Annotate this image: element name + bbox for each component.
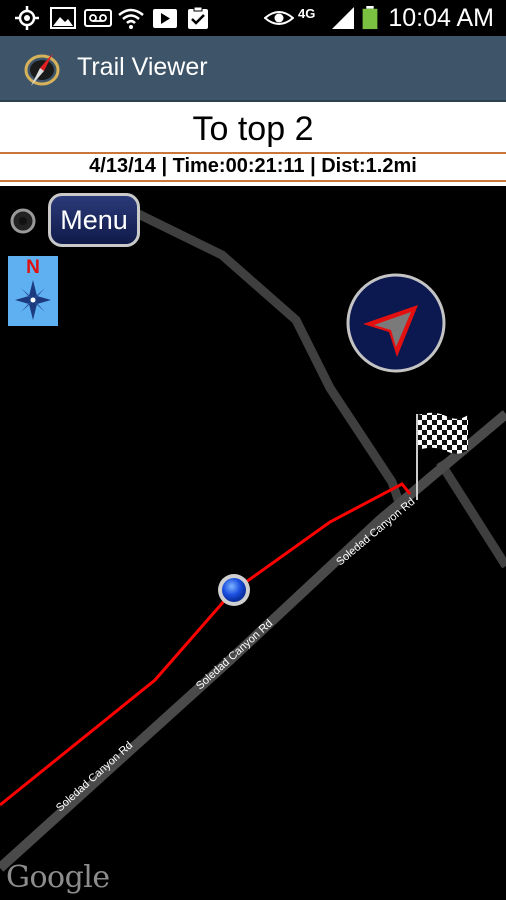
divider (0, 152, 506, 154)
gps-status-indicator (10, 208, 36, 234)
road-label: Soledad Canyon Rd (194, 617, 275, 692)
status-bar: 4G 10:04 AM (0, 0, 506, 36)
voicemail-icon (84, 9, 112, 27)
app-bar: Trail Viewer (0, 36, 506, 102)
north-up-button[interactable]: N (8, 256, 58, 326)
gallery-icon (50, 7, 76, 29)
battery-icon (362, 6, 378, 30)
gps-icon (15, 6, 39, 30)
network-type-label: 4G (298, 6, 316, 21)
status-time: 10:04 AM (388, 4, 494, 32)
finish-flag-icon (416, 412, 468, 500)
trail-track (0, 482, 412, 807)
play-store-icon (153, 9, 177, 28)
road-label: Soledad Canyon Rd (334, 496, 417, 568)
trail-info-panel: To top 2 4/13/14 | Time:00:21:11 | Dist:… (0, 102, 506, 186)
eye-icon (264, 11, 294, 25)
map-attribution: Google (6, 860, 110, 895)
signal-icon (332, 7, 354, 29)
north-label: N (26, 257, 40, 278)
wifi-icon (118, 8, 144, 29)
navigation-arrow-button[interactable] (345, 272, 447, 374)
menu-button[interactable]: Menu (48, 193, 140, 247)
clipboard-check-icon (188, 6, 208, 29)
compass-rose-icon (15, 280, 51, 320)
compass-icon[interactable] (22, 49, 62, 89)
current-location-marker (218, 574, 250, 606)
app-title: Trail Viewer (77, 53, 208, 81)
trail-stats: 4/13/14 | Time:00:21:11 | Dist:1.2mi (89, 155, 417, 177)
divider (0, 180, 506, 182)
trail-name: To top 2 (192, 110, 314, 148)
